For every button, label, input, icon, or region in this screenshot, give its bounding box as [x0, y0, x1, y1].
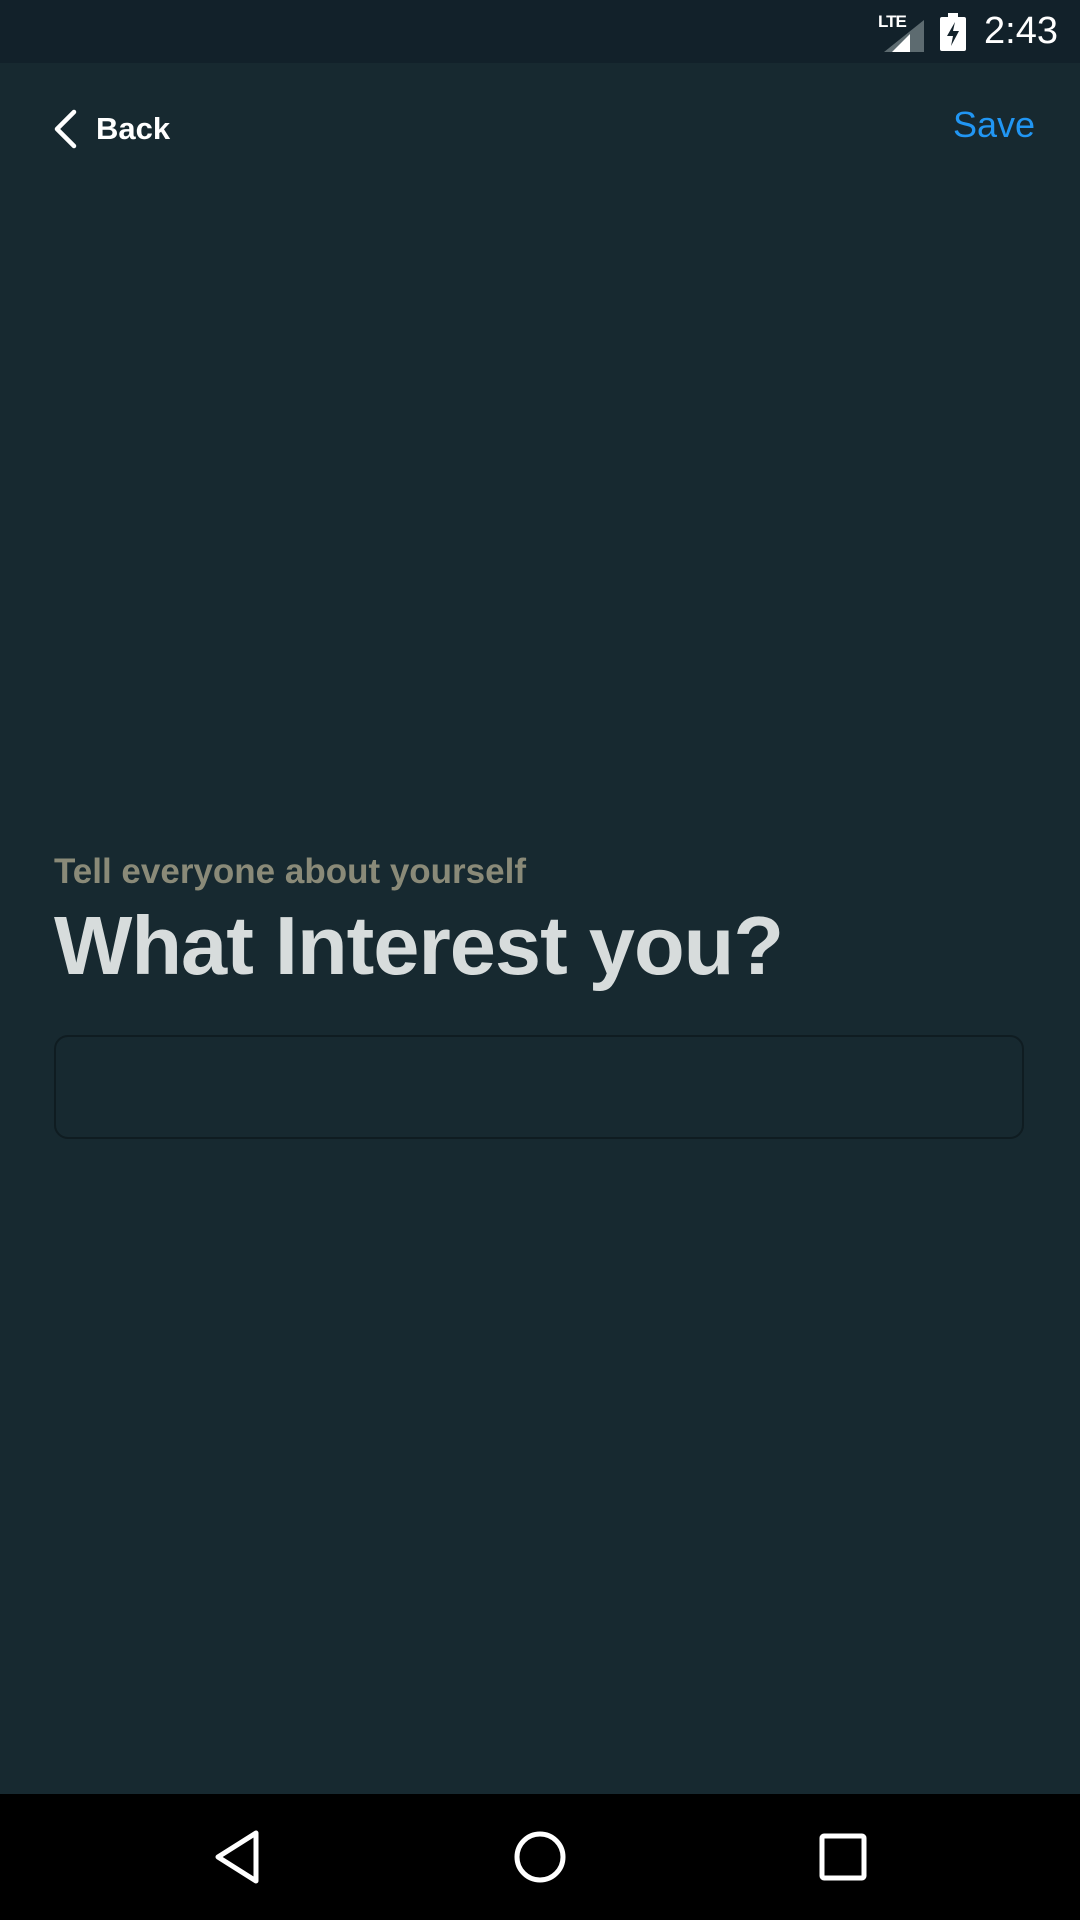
back-button-label: Back: [96, 111, 171, 146]
status-bar: LTE 2:43: [0, 0, 1080, 63]
system-nav-bar: [0, 1794, 1080, 1920]
page-subtitle: Tell everyone about yourself: [54, 852, 526, 891]
nav-recents-icon: [819, 1833, 867, 1881]
interests-input[interactable]: [54, 1035, 1024, 1139]
save-button[interactable]: Save: [953, 104, 1035, 146]
back-button[interactable]: Back: [52, 102, 170, 156]
status-clock: 2:43: [984, 10, 1058, 52]
nav-home-button[interactable]: [505, 1822, 575, 1892]
lte-signal-icon: LTE: [878, 12, 926, 52]
status-icons: LTE 2:43: [878, 0, 1058, 63]
nav-home-icon: [514, 1831, 566, 1883]
screen: LTE 2:43 Back Save Tell everyone about y: [0, 0, 1080, 1920]
nav-back-icon: [215, 1830, 259, 1884]
battery-charging-icon: [940, 12, 967, 51]
page-title: What Interest you?: [54, 899, 784, 992]
signal-strength-icon: [884, 19, 925, 52]
chevron-left-icon: [54, 109, 77, 149]
nav-recents-button[interactable]: [808, 1822, 878, 1892]
nav-back-button[interactable]: [202, 1822, 272, 1892]
